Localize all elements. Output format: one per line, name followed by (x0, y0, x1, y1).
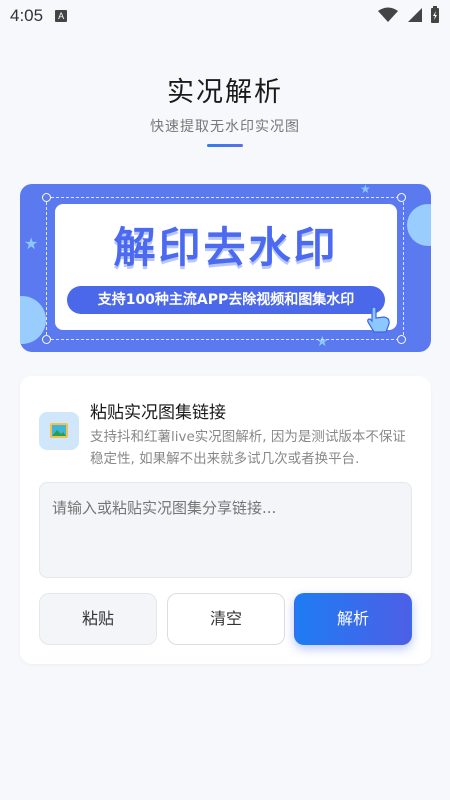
decor-circle-right (407, 204, 431, 246)
page-subtitle: 快速提取无水印实况图 (150, 119, 300, 135)
clear-button[interactable]: 清空 (167, 593, 285, 645)
card-description: 支持抖和红薯live实况图解析, 因为是测试版本不保证稳定性, 如果解不出来就多… (90, 429, 406, 467)
frame-handle (42, 335, 51, 344)
share-link-input[interactable] (39, 482, 412, 578)
pointer-hand-icon (367, 306, 390, 333)
wifi-icon (378, 7, 398, 22)
frame-handle (42, 193, 51, 202)
card-heading: 粘贴实况图集链接 (90, 403, 226, 423)
banner-headline: 解印去水印 (113, 223, 339, 272)
star-icon: ★ (360, 184, 371, 196)
frame-handle (397, 193, 406, 202)
status-time: 4:05 (10, 6, 44, 25)
frame-handle (397, 335, 406, 344)
input-card: 粘贴实况图集链接 支持抖和红薯live实况图解析, 因为是测试版本不保证稳定性,… (20, 376, 431, 664)
status-bar: 4:05 A (0, 0, 450, 32)
page-title: 实况解析 (167, 77, 283, 108)
title-underline (207, 144, 243, 147)
notification-icon: A (55, 10, 68, 22)
paste-button[interactable]: 粘贴 (39, 593, 157, 645)
signal-icon (408, 8, 422, 22)
promo-banner: ★ ★ ★ 解印去水印 支持100种主流APP去除视频和图集水印 (20, 184, 431, 352)
battery-icon (431, 6, 439, 23)
status-icons (378, 6, 440, 24)
banner-inner-card: 解印去水印 支持100种主流APP去除视频和图集水印 (55, 204, 397, 330)
image-icon (39, 412, 79, 450)
parse-button[interactable]: 解析 (294, 593, 412, 645)
star-icon: ★ (24, 234, 39, 253)
banner-tagline: 支持100种主流APP去除视频和图集水印 (67, 286, 385, 314)
